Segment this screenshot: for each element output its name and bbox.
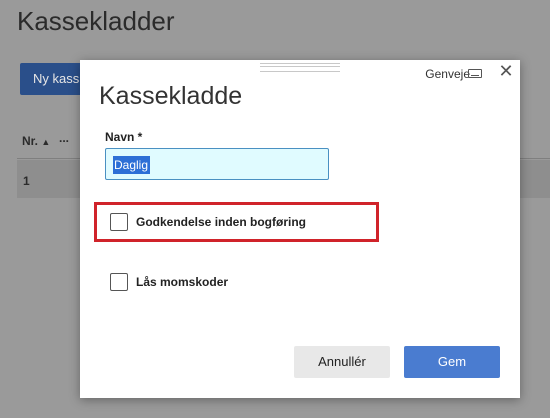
approval-checkbox[interactable] <box>110 213 128 231</box>
sort-ascending-icon: ▲ <box>41 137 51 147</box>
name-field[interactable]: Daglig <box>105 148 329 180</box>
column-header-nr-label: Nr. <box>22 134 39 148</box>
save-button[interactable]: Gem <box>404 346 500 378</box>
lock-vat-checkbox[interactable] <box>110 273 128 291</box>
column-more-icon[interactable]: ... <box>59 131 69 145</box>
cancel-button[interactable]: Annullér <box>294 346 390 378</box>
column-header-nr[interactable]: Nr. ▲ <box>22 134 50 148</box>
new-cash-journal-button[interactable]: Ny kass <box>20 63 84 95</box>
approval-checkbox-label[interactable]: Godkendelse inden bogføring <box>136 215 306 229</box>
shortcuts-link[interactable]: Genveje <box>425 67 470 81</box>
edit-dialog: Genveje ✕ Kassekladde Navn * Daglig Godk… <box>80 60 520 398</box>
lock-vat-checkbox-label[interactable]: Lås momskoder <box>136 275 228 289</box>
keyboard-icon[interactable] <box>468 69 482 78</box>
name-field-label: Navn * <box>105 130 143 144</box>
close-icon[interactable]: ✕ <box>498 62 514 80</box>
page-title: Kassekladder <box>17 6 175 36</box>
drag-handle[interactable] <box>260 63 340 72</box>
name-field-value: Daglig <box>113 156 151 174</box>
table-cell-nr: 1 <box>23 174 30 188</box>
dialog-title: Kassekladde <box>99 82 243 110</box>
